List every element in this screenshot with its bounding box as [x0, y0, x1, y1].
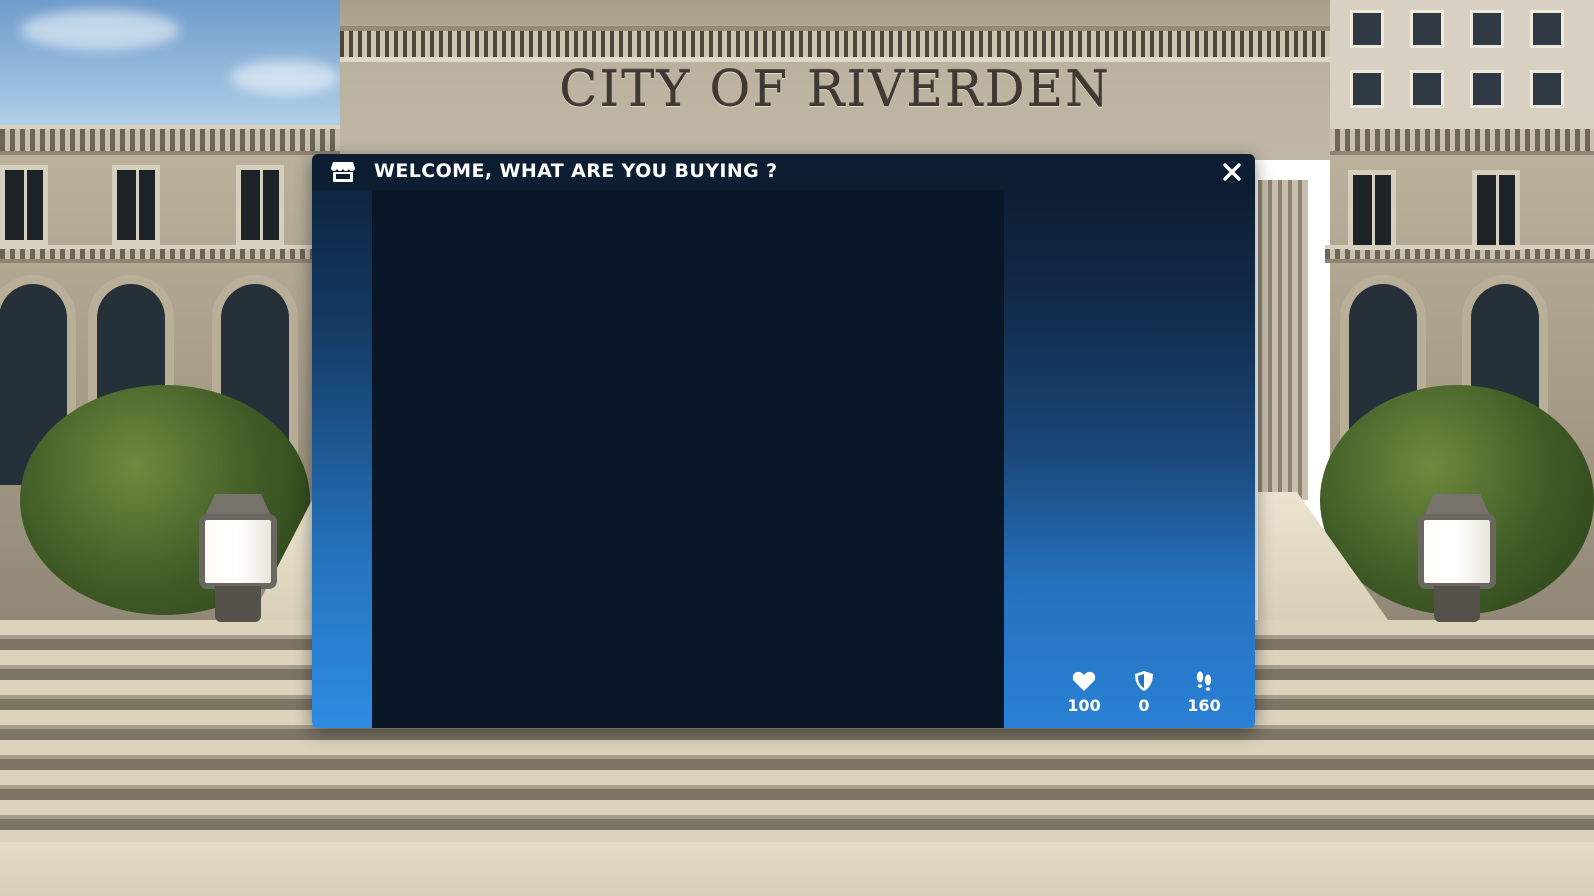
heart-icon — [1072, 671, 1096, 691]
speed-value: 160 — [1187, 696, 1221, 715]
speed-stat: 160 — [1174, 670, 1234, 715]
lamp-cap — [205, 494, 271, 516]
health-stat: 100 — [1054, 670, 1114, 715]
close-icon — [1223, 163, 1241, 181]
window — [236, 165, 284, 245]
shop-dialog-title: WELCOME, WHAT ARE YOU BUYING ? — [374, 160, 778, 182]
armor-stat: 0 — [1114, 670, 1174, 715]
lamp-cap — [1424, 494, 1490, 516]
window — [112, 165, 160, 245]
window — [1348, 170, 1396, 250]
cornice — [0, 245, 345, 263]
lamp-base — [1434, 586, 1480, 622]
cornice — [1325, 125, 1594, 155]
cloud — [20, 10, 180, 50]
shield-icon — [1135, 671, 1153, 691]
window — [0, 165, 48, 245]
shop-icon — [330, 161, 356, 183]
cornice — [0, 125, 345, 155]
category-sidebar — [312, 190, 372, 728]
footsteps-icon — [1196, 671, 1212, 691]
lamp-base — [215, 586, 261, 622]
background-tower — [1330, 0, 1594, 135]
dentil-molding — [340, 26, 1330, 62]
close-button[interactable] — [1219, 159, 1245, 185]
armor-value: 0 — [1138, 696, 1150, 715]
column — [1258, 180, 1308, 500]
shop-item-list — [372, 190, 1004, 728]
street-lamp — [199, 514, 277, 589]
window — [1472, 170, 1520, 250]
shop-dialog: WELCOME, WHAT ARE YOU BUYING ? 100 0 160 — [312, 154, 1255, 728]
street-lamp — [1418, 514, 1496, 589]
shop-dialog-titlebar: WELCOME, WHAT ARE YOU BUYING ? — [312, 154, 1255, 190]
cloud — [230, 60, 340, 95]
player-stats-panel: 100 0 160 — [1004, 190, 1255, 728]
plaza-ground — [0, 842, 1594, 896]
health-value: 100 — [1067, 696, 1101, 715]
building-inscription: CITY OF RIVERDEN — [559, 60, 1111, 118]
